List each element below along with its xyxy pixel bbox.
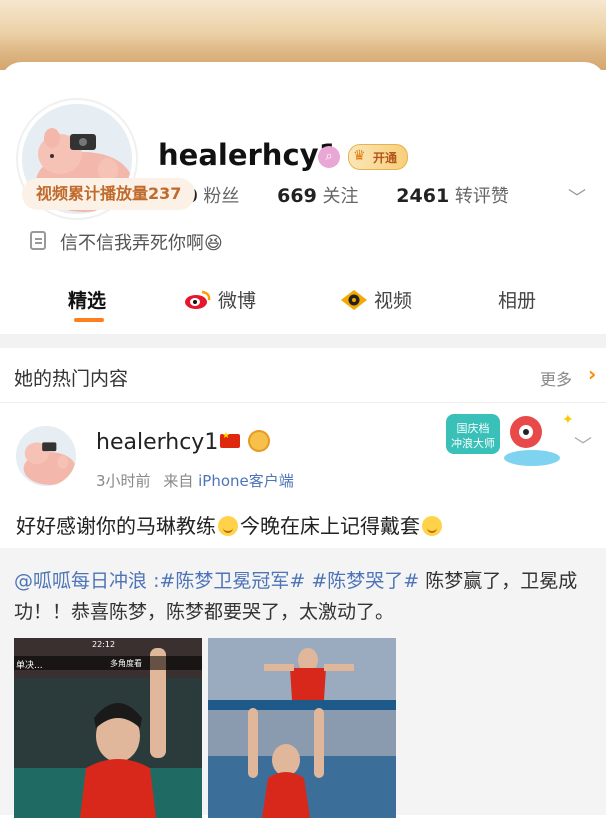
- post-source: iPhone客户端: [198, 472, 294, 490]
- post-time: 3小时前: [96, 472, 151, 490]
- more-link[interactable]: 更多: [540, 366, 572, 390]
- image-ticker: 单决...: [16, 661, 43, 671]
- post-text: 好好感谢你的马琳教练 今晚在床上记得戴套: [16, 510, 444, 539]
- tab-album[interactable]: 相册: [498, 286, 536, 313]
- mention-link[interactable]: @呱呱每日冲浪: [14, 570, 147, 592]
- post-meta: 3小时前 来自 iPhone客户端: [96, 470, 294, 491]
- tab-label: 视频: [374, 290, 413, 312]
- post-text-part: 今晚在床上记得戴套: [240, 514, 420, 538]
- reposted-content[interactable]: @呱呱每日冲浪 :#陈梦卫冕冠军# #陈梦哭了# 陈梦赢了，卫冕成功！！恭喜陈梦…: [0, 548, 606, 818]
- tab-label: 微博: [218, 290, 257, 312]
- image-clock: 22:12: [92, 640, 116, 649]
- hot-content-title: 她的热门内容: [14, 368, 129, 390]
- profile-bio: 信不信我弄死你啊😆: [60, 233, 223, 254]
- weibo-icon: [185, 290, 211, 309]
- stat-following[interactable]: 669 关注: [277, 185, 359, 207]
- repost-text: @呱呱每日冲浪 :#陈梦卫冕冠军# #陈梦哭了# 陈梦赢了，卫冕成功！！恭喜陈梦…: [14, 566, 594, 628]
- crown-icon: ♛: [353, 148, 366, 164]
- profile-username: healerhcy1: [158, 138, 339, 172]
- chevron-right-icon[interactable]: ›: [588, 362, 596, 386]
- search-badge-icon[interactable]: ⌕: [318, 146, 340, 168]
- section-divider: [0, 334, 606, 348]
- smile-emoji-icon: [422, 516, 442, 536]
- svg-text:✦: ✦: [562, 412, 572, 428]
- svg-text:国庆档: 国庆档: [457, 421, 490, 435]
- tab-active-indicator: [74, 318, 104, 322]
- stat-value: 669: [277, 185, 317, 207]
- tab-label: 精选: [68, 290, 107, 312]
- post-username[interactable]: healerhcy1: [96, 430, 218, 455]
- fish-badge-icon: [248, 430, 270, 452]
- post-text-part: 好好感谢你的马琳教练: [16, 514, 216, 538]
- chevron-down-icon[interactable]: ﹀: [568, 184, 586, 210]
- document-icon: [30, 231, 46, 250]
- stat-label: 粉丝: [203, 186, 240, 207]
- smile-emoji-icon: [218, 516, 238, 536]
- repost-image-2[interactable]: [208, 638, 396, 818]
- profile-tabs: 精选 微博 视频 相册: [0, 276, 606, 332]
- china-flag-icon: [220, 431, 240, 448]
- holiday-sticker: 国庆档 冲浪大师 ✦: [446, 412, 572, 466]
- stat-label: 转评赞: [454, 186, 509, 207]
- profile-banner: [0, 0, 606, 70]
- post-avatar[interactable]: [16, 426, 76, 486]
- tab-weibo[interactable]: 微博: [184, 286, 256, 313]
- stat-interactions[interactable]: 2461 转评赞: [396, 185, 509, 207]
- profile-card: healerhcy1 ⌕ ♛ 开通 590 粉丝 669 关注 2461 转评赞…: [0, 62, 606, 334]
- stat-label: 关注: [322, 186, 359, 207]
- hashtag-link[interactable]: #陈梦哭了#: [311, 570, 419, 592]
- hot-content-header: 她的热门内容 更多 ›: [0, 348, 606, 403]
- tab-label: 相册: [498, 290, 537, 312]
- hashtag-link[interactable]: #陈梦卫冕冠军#: [159, 570, 305, 592]
- profile-stats: 590 粉丝 669 关注 2461 转评赞: [158, 182, 541, 208]
- vip-open-button[interactable]: ♛ 开通: [348, 144, 408, 170]
- post-source-prefix: 来自: [163, 472, 194, 490]
- video-icon: [341, 290, 367, 310]
- stat-value: 2461: [396, 185, 450, 207]
- post-options-chevron-icon[interactable]: ﹀: [574, 432, 592, 458]
- video-plays-badge[interactable]: 视频累计播放量237: [22, 178, 196, 210]
- image-badge: 多角度看: [110, 659, 142, 668]
- tab-video[interactable]: 视频: [340, 286, 412, 313]
- repost-image-1[interactable]: 22:12 单决... 多角度看: [14, 638, 202, 818]
- vip-label: 开通: [373, 151, 398, 165]
- tab-featured[interactable]: 精选: [68, 286, 106, 313]
- svg-text:冲浪大师: 冲浪大师: [451, 436, 495, 450]
